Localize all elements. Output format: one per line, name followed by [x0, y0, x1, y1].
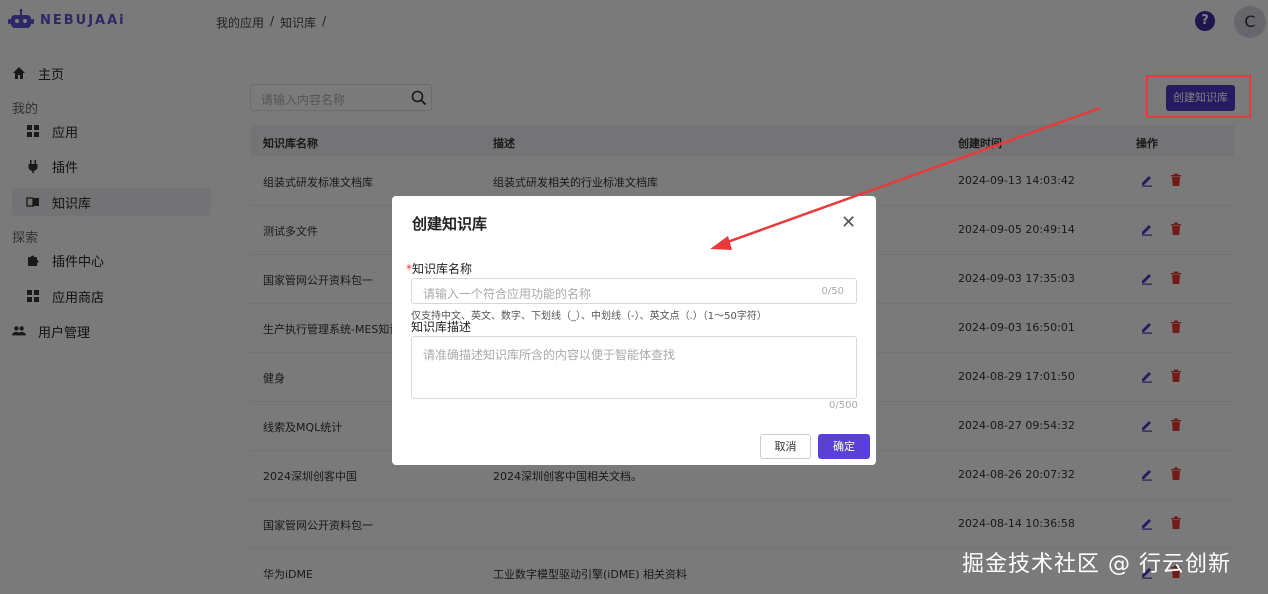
knowledge-desc-textarea[interactable]: 请准确描述知识库所含的内容以便于智能体查找 [411, 336, 857, 399]
dialog-title: 创建知识库 [412, 215, 488, 233]
name-placeholder: 请输入一个符合应用功能的名称 [423, 287, 592, 301]
name-char-count: 0/50 [821, 286, 844, 297]
name-label-text: 知识库名称 [412, 262, 473, 276]
create-knowledge-dialog: 创建知识库 ✕ *知识库名称 请输入一个符合应用功能的名称 0/50 仅支持中文… [392, 196, 876, 465]
watermark: 掘金技术社区 @ 行云创新 [962, 552, 1231, 577]
confirm-button[interactable]: 确定 [818, 434, 870, 459]
annotation-highlight-box [1146, 75, 1251, 118]
cancel-button[interactable]: 取消 [760, 434, 811, 459]
knowledge-name-input[interactable]: 请输入一个符合应用功能的名称 0/50 [411, 278, 857, 304]
close-icon[interactable]: ✕ [841, 212, 856, 233]
name-field-label: *知识库名称 [406, 260, 472, 277]
desc-placeholder: 请准确描述知识库所含的内容以便于智能体查找 [423, 348, 676, 362]
desc-field-label: 知识库描述 [411, 320, 472, 334]
desc-char-count: 0/500 [829, 400, 858, 411]
